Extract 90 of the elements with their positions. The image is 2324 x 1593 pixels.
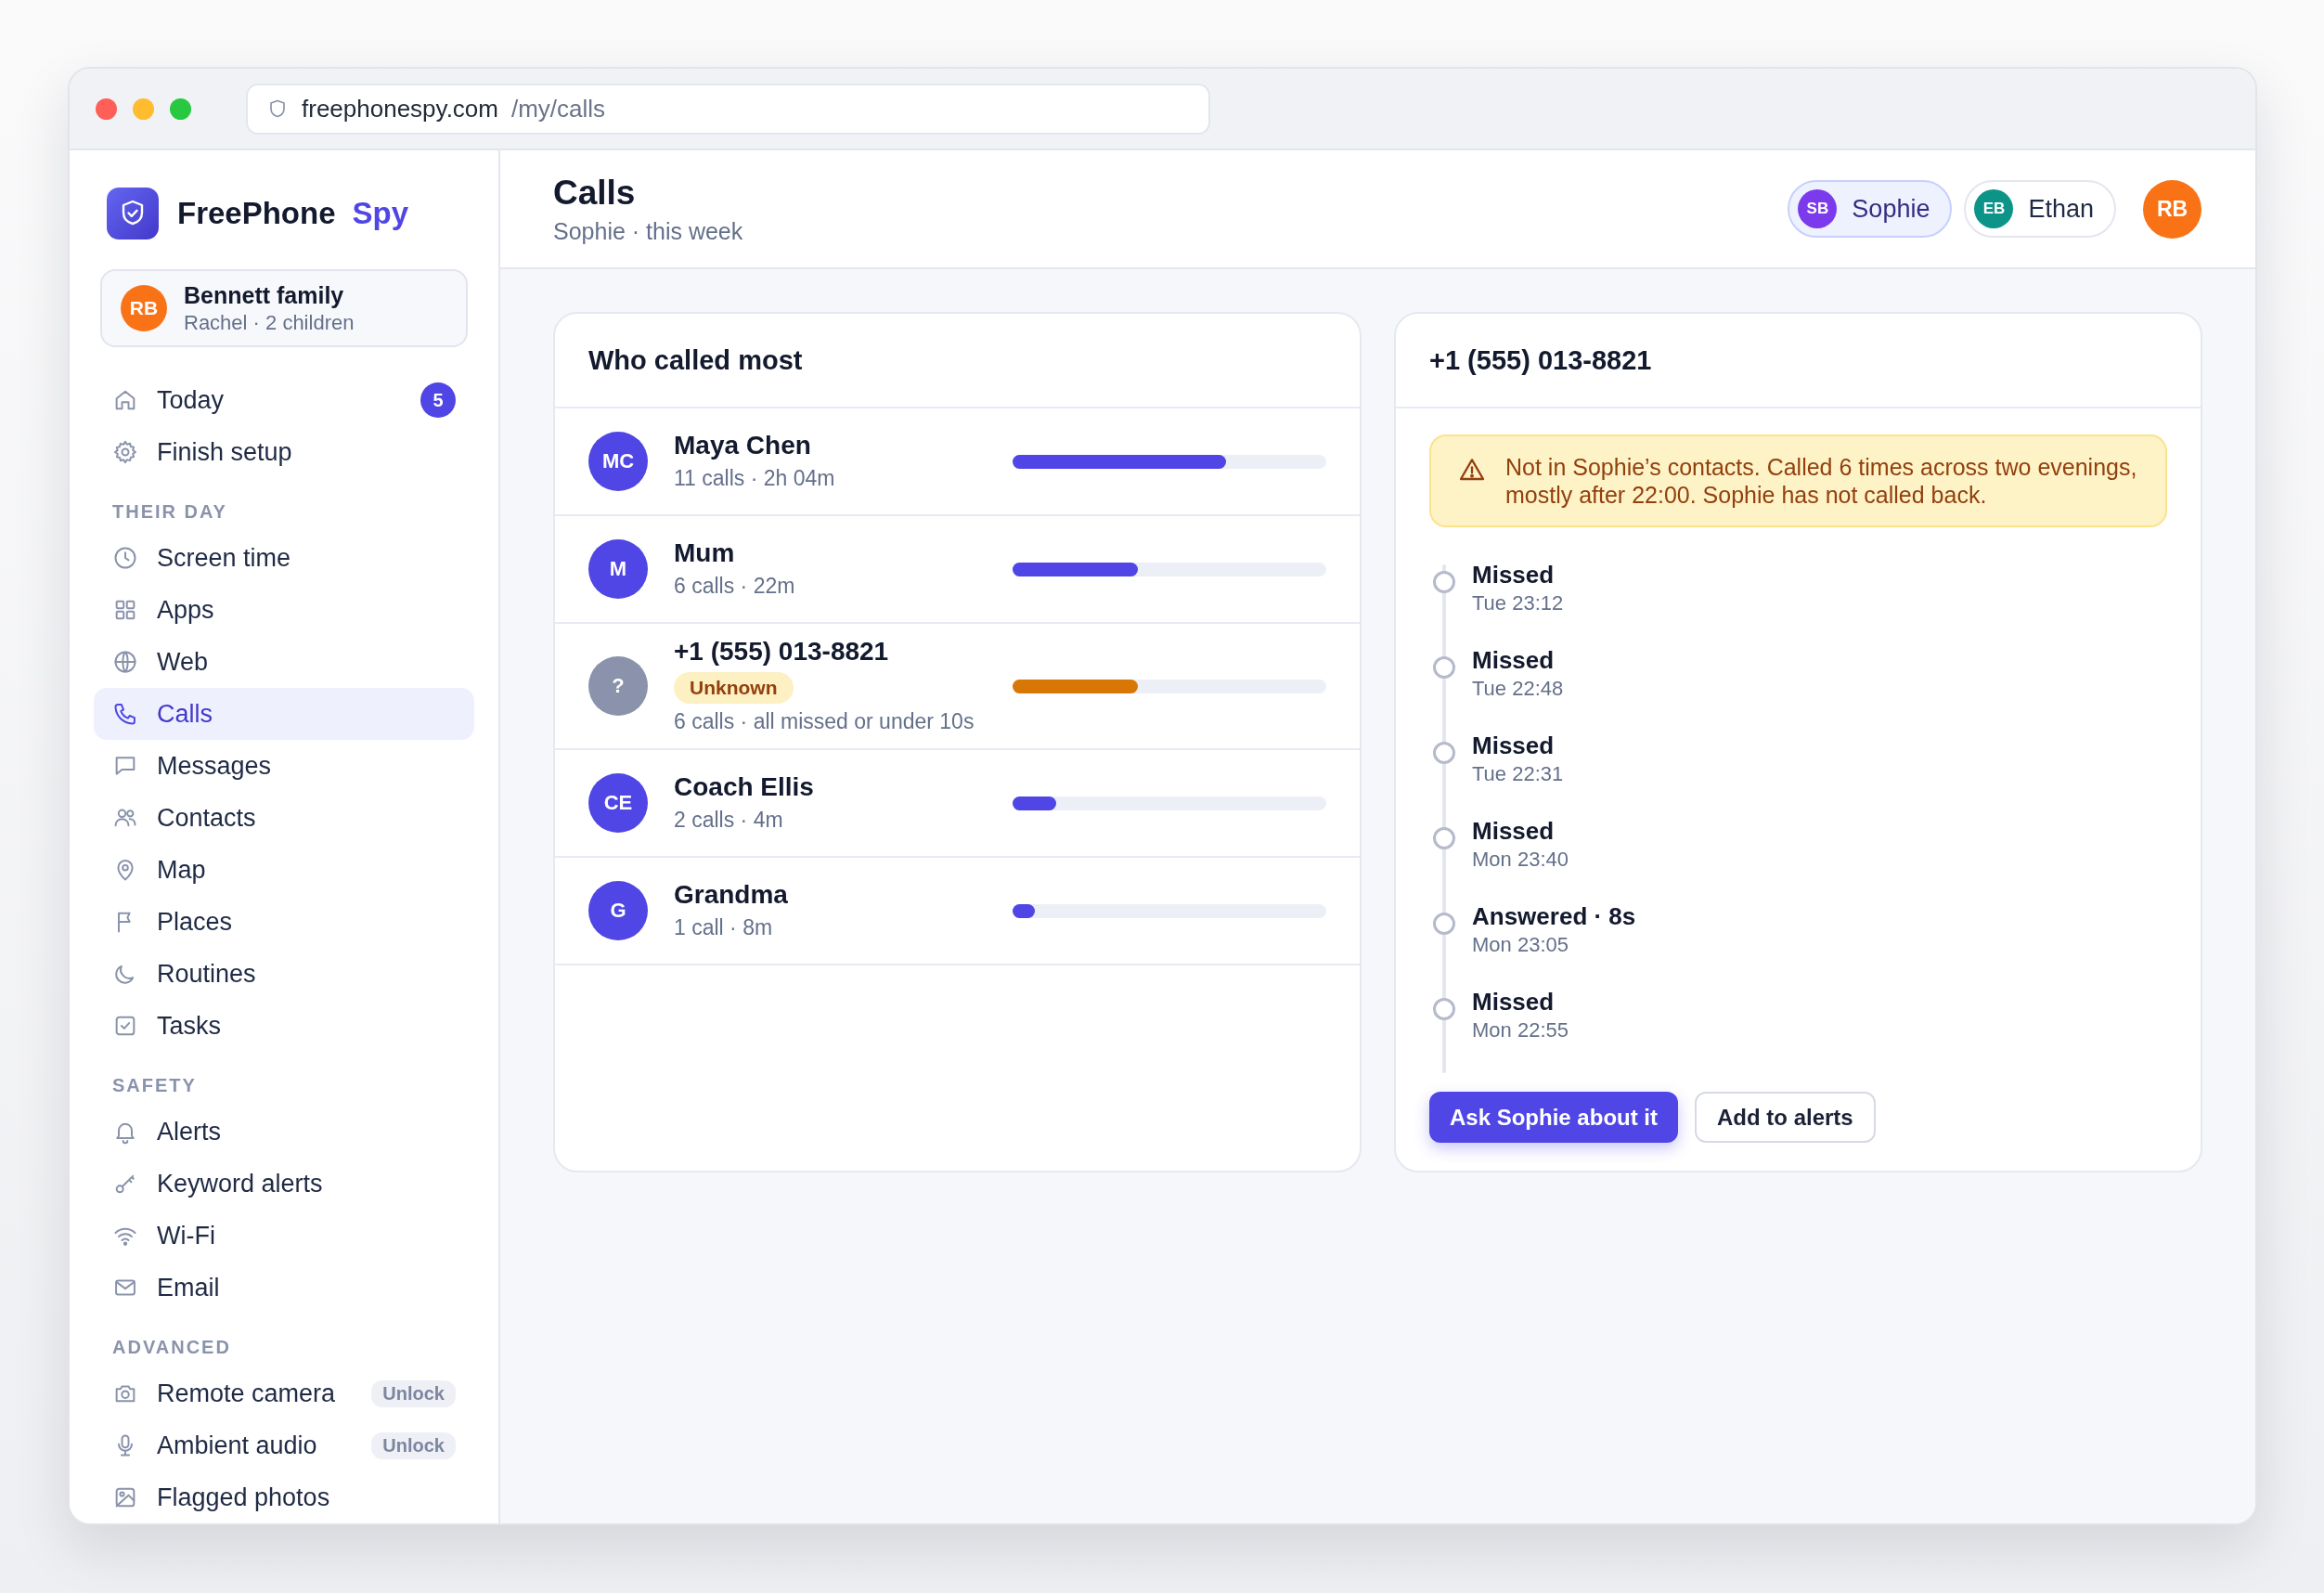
nav-item[interactable]: Flagged photos — [94, 1471, 474, 1523]
url-domain: freephonespy.com — [302, 94, 498, 123]
avatar: RB — [121, 285, 167, 331]
avatar: EB — [1974, 189, 2014, 228]
count-badge: 5 — [420, 382, 456, 418]
caller-row[interactable]: M Mum 6 calls · 22m — [555, 516, 1360, 624]
minimize-button[interactable] — [133, 97, 154, 120]
caller-row[interactable]: MC Maya Chen 11 calls · 2h 04m — [555, 408, 1360, 516]
status-tag: Unknown — [674, 672, 794, 704]
call-time: Tue 23:12 — [1472, 591, 1564, 615]
family-detail: Rachel · 2 children — [184, 310, 355, 335]
nav-item[interactable]: Tasks — [94, 1000, 474, 1052]
call-result: Answered · 8s — [1472, 902, 1636, 931]
avatar: G — [588, 881, 648, 940]
gear-icon — [112, 439, 138, 465]
caller-name: +1 (555) 013-8821 — [674, 637, 889, 667]
child-chip[interactable]: SB Sophie — [1788, 180, 1953, 238]
family-name: Bennett family — [184, 281, 345, 309]
section-heading: SAFETY — [111, 1074, 198, 1097]
nav-item[interactable]: Wi-Fi — [94, 1210, 474, 1262]
child-chip[interactable]: EB Ethan — [1964, 180, 2116, 238]
nav-item[interactable]: Routines — [94, 948, 474, 1000]
call-time: Mon 22:55 — [1472, 1018, 1569, 1043]
avatar: M — [588, 539, 648, 599]
page-title: Calls — [553, 173, 637, 213]
nav-item[interactable]: Ambient audio Unlock — [94, 1419, 474, 1471]
page-subtitle: Sophie · this week — [553, 217, 743, 245]
caller-name: Mum — [674, 538, 735, 568]
alert-text: Not in Sophie’s contacts. Called 6 times across two evenings, mostly after 22:00. Sophie has not called back. — [1505, 453, 2137, 509]
nav-item[interactable]: Calls — [94, 688, 474, 740]
primary-button[interactable]: Ask Sophie about it — [1429, 1092, 1678, 1143]
caller-detail: 6 calls · 22m — [674, 573, 795, 600]
brand-name: FreePhone — [177, 196, 336, 231]
timeline-dot — [1433, 656, 1455, 679]
nav-item[interactable]: Alerts — [94, 1106, 474, 1158]
caller-row[interactable]: ? +1 (555) 013-8821 Unknown 6 calls · all missed or under 10s — [555, 624, 1360, 750]
nav-item[interactable]: Contacts — [94, 792, 474, 844]
card-title: Who called most — [588, 344, 803, 376]
family-card[interactable]: RB Bennett family Rachel · 2 children — [100, 269, 468, 347]
call-result: Missed — [1472, 988, 1556, 1017]
brand-accent: Spy — [352, 196, 409, 231]
section-heading: THEIR DAY — [111, 500, 228, 524]
caller-detail: 1 call · 8m — [674, 914, 773, 941]
caller-row[interactable]: CE Coach Ellis 2 calls · 4m — [555, 750, 1360, 858]
caller-detail: 2 calls · 4m — [674, 807, 783, 834]
timeline-dot — [1433, 827, 1455, 849]
call-result: Missed — [1472, 817, 1556, 846]
timeline-dot — [1433, 913, 1455, 935]
nav-item[interactable]: Remote camera Unlock — [94, 1367, 474, 1419]
caller-name: Maya Chen — [674, 431, 811, 460]
timeline-dot — [1433, 998, 1455, 1020]
timeline-dot — [1433, 571, 1455, 593]
phone-icon — [112, 701, 138, 727]
call-time: Mon 23:05 — [1472, 933, 1569, 957]
caller-name: Coach Ellis — [674, 772, 814, 802]
card-title: +1 (555) 013-8821 — [1429, 344, 1652, 376]
clock-icon — [112, 545, 138, 571]
avatar: ? — [588, 656, 648, 716]
caller-detail: 6 calls · all missed or under 10s — [674, 708, 975, 735]
secondary-button[interactable]: Add to alerts — [1695, 1092, 1876, 1143]
nav-item[interactable]: Today 5 — [94, 374, 474, 426]
section-heading: ADVANCED — [111, 1336, 232, 1359]
nav-item[interactable]: Web — [94, 636, 474, 688]
nav-item[interactable]: Places — [94, 896, 474, 948]
call-time: Mon 23:40 — [1472, 848, 1569, 872]
globe-icon — [112, 649, 138, 675]
avatar: CE — [588, 773, 648, 833]
close-button[interactable] — [96, 97, 117, 120]
nav-item[interactable]: Screen time — [94, 532, 474, 584]
timeline-dot — [1433, 742, 1455, 764]
zoom-button[interactable] — [170, 97, 191, 120]
shield-logo-icon — [107, 188, 159, 240]
avatar: SB — [1798, 189, 1838, 228]
caller-row[interactable]: G Grandma 1 call · 8m — [555, 858, 1360, 965]
caller-detail: 11 calls · 2h 04m — [674, 465, 835, 492]
call-time: Tue 22:31 — [1472, 762, 1564, 786]
call-result: Missed — [1472, 732, 1556, 760]
call-result: Missed — [1472, 561, 1556, 589]
call-result: Missed — [1472, 646, 1556, 675]
avatar: MC — [588, 432, 648, 491]
call-time: Tue 22:48 — [1472, 677, 1564, 701]
address-bar[interactable]: freephonespy.com /my/calls — [246, 83, 1210, 135]
caller-name: Grandma — [674, 880, 788, 910]
nav-item[interactable]: Finish setup — [94, 426, 474, 478]
nav-item[interactable]: Keyword alerts — [94, 1158, 474, 1210]
nav-item[interactable]: Apps — [94, 584, 474, 636]
nav-item[interactable]: Map — [94, 844, 474, 896]
url-path: /my/calls — [511, 94, 606, 123]
nav-item[interactable]: Messages — [94, 740, 474, 792]
nav-item[interactable]: Email — [94, 1262, 474, 1314]
